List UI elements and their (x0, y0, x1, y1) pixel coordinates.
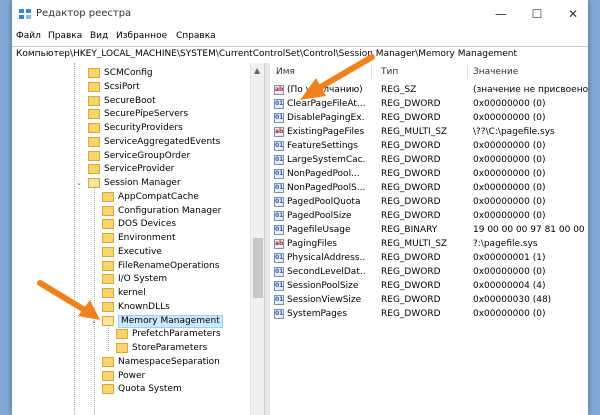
arrow-to-memory-management (37, 280, 100, 320)
annotation-arrows (37, 54, 375, 320)
arrow-to-clearpagefile (300, 54, 375, 100)
